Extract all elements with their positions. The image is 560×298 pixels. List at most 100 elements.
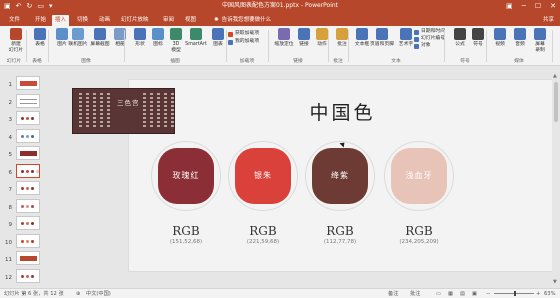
scroll-down-icon[interactable]: ▼ — [553, 279, 557, 285]
rgb-label[interactable]: RGB — [151, 224, 221, 238]
3d-model-icon — [170, 28, 182, 40]
slideshow-view-icon[interactable]: ▣ — [472, 290, 477, 298]
color-swatch[interactable]: 玫瑰红 — [158, 148, 214, 204]
language-indicator[interactable]: 中文(中国) — [86, 290, 111, 298]
thumbnail-preview — [16, 146, 40, 160]
slide-number: 11 — [5, 257, 12, 263]
title-bar: ▣ ↶ ↻ ▭ ▾ 中国风图表配色方案01.pptx - PowerPoint … — [0, 0, 560, 12]
ribbon-button-label: 3D 模型 — [171, 42, 181, 53]
link-icon — [298, 28, 310, 40]
ribbon-button-label: 联机图片 — [68, 42, 88, 47]
close-icon[interactable]: ✕ — [550, 0, 556, 12]
slide-thumbnail[interactable]: 9 — [4, 216, 40, 235]
tab-7[interactable]: 视图 — [182, 15, 199, 26]
slide-thumbnail[interactable]: 12 — [4, 268, 40, 288]
slide-thumbnails-pane: 1 2 3 4 5 6 7 8 9 10 11 12 — [0, 72, 44, 288]
rgb-value[interactable]: (234,205,209) — [384, 239, 454, 245]
ribbon-button-label: 页眉和页脚 — [370, 42, 394, 47]
slide-thumbnail[interactable]: 2 — [4, 93, 40, 113]
picture-text-column — [86, 93, 89, 127]
rgb-value[interactable]: (151,52,68) — [151, 239, 221, 245]
slide-sorter-icon[interactable]: ▦ — [448, 290, 453, 298]
zoom-level[interactable]: 63% — [544, 290, 556, 298]
color-swatch[interactable]: 绛紫 — [312, 148, 368, 204]
slide-thumbnail[interactable]: 6 — [4, 163, 40, 183]
ribbon-button-screen-record[interactable]: 屏幕 录制 — [528, 28, 552, 54]
rgb-label[interactable]: RGB — [305, 224, 375, 238]
minimize-icon[interactable]: ─ — [522, 0, 526, 12]
tab-5[interactable]: 幻灯片放映 — [118, 15, 152, 26]
picture-text-columns — [79, 93, 110, 127]
color-swatch[interactable]: 浅血牙 — [391, 148, 447, 204]
maximize-icon[interactable]: ☐ — [535, 0, 541, 12]
text-mini-item-2[interactable]: 对象 — [414, 43, 431, 49]
rgb-label[interactable]: RGB — [228, 224, 298, 238]
scroll-up-icon[interactable]: ▲ — [553, 73, 557, 79]
ribbon-group-label: 批注 — [333, 59, 343, 64]
color-swatch[interactable]: 银朱 — [235, 148, 291, 204]
accessibility-icon[interactable]: ⊕ — [76, 290, 80, 298]
ribbon-insert: 新建 幻灯片 表格 图片 联机图片 屏幕截图 相册 形状 图标 3D 模型 SmartArt 图表缩… — [0, 26, 560, 66]
ribbon-button-label: SmartArt — [185, 42, 207, 47]
text-mini-item-1[interactable]: 幻灯片编号 — [414, 36, 445, 42]
color-swatch-group[interactable]: 浅血牙 — [384, 141, 454, 211]
slide-thumbnail[interactable]: 11 — [4, 251, 40, 270]
rgb-label[interactable]: RGB — [384, 224, 454, 238]
ribbon-button-label: 视频 — [495, 42, 505, 47]
window-controls: ▣ ─ ☐ ✕ — [506, 0, 556, 12]
ribbon-group-label: 幻灯片 — [6, 59, 22, 64]
ribbon-button-header-footer[interactable]: 页眉和页脚 — [370, 28, 394, 48]
tab-4[interactable]: 动画 — [96, 15, 113, 26]
slide-thumbnail[interactable]: 8 — [4, 198, 40, 218]
vertical-scrollbar[interactable]: ▲ ▼ — [552, 72, 560, 288]
slide-number: 12 — [5, 274, 12, 281]
lightbulb-icon: ✺ — [214, 17, 219, 23]
ribbon-button-smartart[interactable]: SmartArt — [184, 28, 208, 48]
picture-text-column — [93, 93, 96, 127]
tell-me-search[interactable]: ✺ 告诉我您想要做什么 — [214, 15, 271, 26]
icons-icon — [152, 28, 164, 40]
notes-button[interactable]: 备注 — [388, 290, 398, 298]
slide-thumbnail[interactable]: 7 — [4, 181, 40, 200]
smartart-icon — [190, 28, 202, 40]
normal-view-icon[interactable]: ▭ — [436, 290, 441, 298]
comments-button[interactable]: 批注 — [410, 290, 420, 298]
color-swatch-group[interactable]: 银朱 — [228, 141, 298, 211]
zoom-out-icon[interactable]: − — [486, 290, 490, 298]
text-mini-item-0[interactable]: 日期和时间 — [414, 29, 445, 35]
chart-icon — [212, 28, 224, 40]
overlay-picture[interactable]: 三色宫 — [72, 88, 175, 134]
ribbon-display-icon[interactable]: ▣ — [506, 0, 513, 12]
reading-view-icon[interactable]: ▤ — [460, 290, 465, 298]
color-swatch-group[interactable]: 玫瑰红 — [151, 141, 221, 211]
slide-title[interactable]: 中国色 — [129, 98, 556, 125]
slide-canvas[interactable]: 中国色 玫瑰红 RGB (151,52,68) 银朱 RGB (221,59,68) 绛紫 R… — [128, 79, 555, 272]
zoom-slider-knob[interactable] — [514, 291, 516, 296]
slide-thumbnail[interactable]: 5 — [4, 146, 40, 165]
scrollbar-thumb[interactable] — [554, 82, 558, 122]
ribbon-button-label: 艺术字 — [398, 42, 414, 47]
ribbon-button-label: 表格 — [35, 42, 45, 47]
slide-thumbnail[interactable]: 10 — [4, 233, 40, 253]
rgb-value[interactable]: (221,59,68) — [228, 239, 298, 245]
share-button[interactable]: 共享 — [543, 15, 554, 26]
ribbon-button-online-picture[interactable]: 联机图片 — [66, 28, 90, 48]
zoom-in-icon[interactable]: + — [536, 290, 540, 298]
ribbon-button-label: 批注 — [337, 42, 347, 47]
addin-item-1[interactable]: 我的加载项 — [228, 39, 259, 45]
slide-thumbnail[interactable]: 4 — [4, 128, 40, 148]
addin-item-0[interactable]: 获取加载项 — [228, 31, 259, 37]
symbol-icon — [472, 28, 484, 40]
tab-0[interactable]: 文件 — [6, 15, 23, 26]
tab-2[interactable]: 插入 — [52, 15, 70, 26]
tab-1[interactable]: 开始 — [32, 15, 49, 26]
tab-3[interactable]: 切换 — [74, 15, 91, 26]
slide-info: 幻灯片 第 6 张，共 12 张 — [4, 291, 64, 297]
color-swatch-group[interactable]: 绛紫 — [305, 141, 375, 211]
slide-thumbnail[interactable]: 1 — [4, 76, 40, 95]
rgb-value[interactable]: (112,77,78) — [305, 239, 375, 245]
ribbon-group-label: 图像 — [81, 59, 91, 64]
slide-thumbnail[interactable]: 3 — [4, 111, 40, 130]
tab-6[interactable]: 审阅 — [160, 15, 177, 26]
ribbon-button-new-slide[interactable]: 新建 幻灯片 — [4, 28, 28, 54]
